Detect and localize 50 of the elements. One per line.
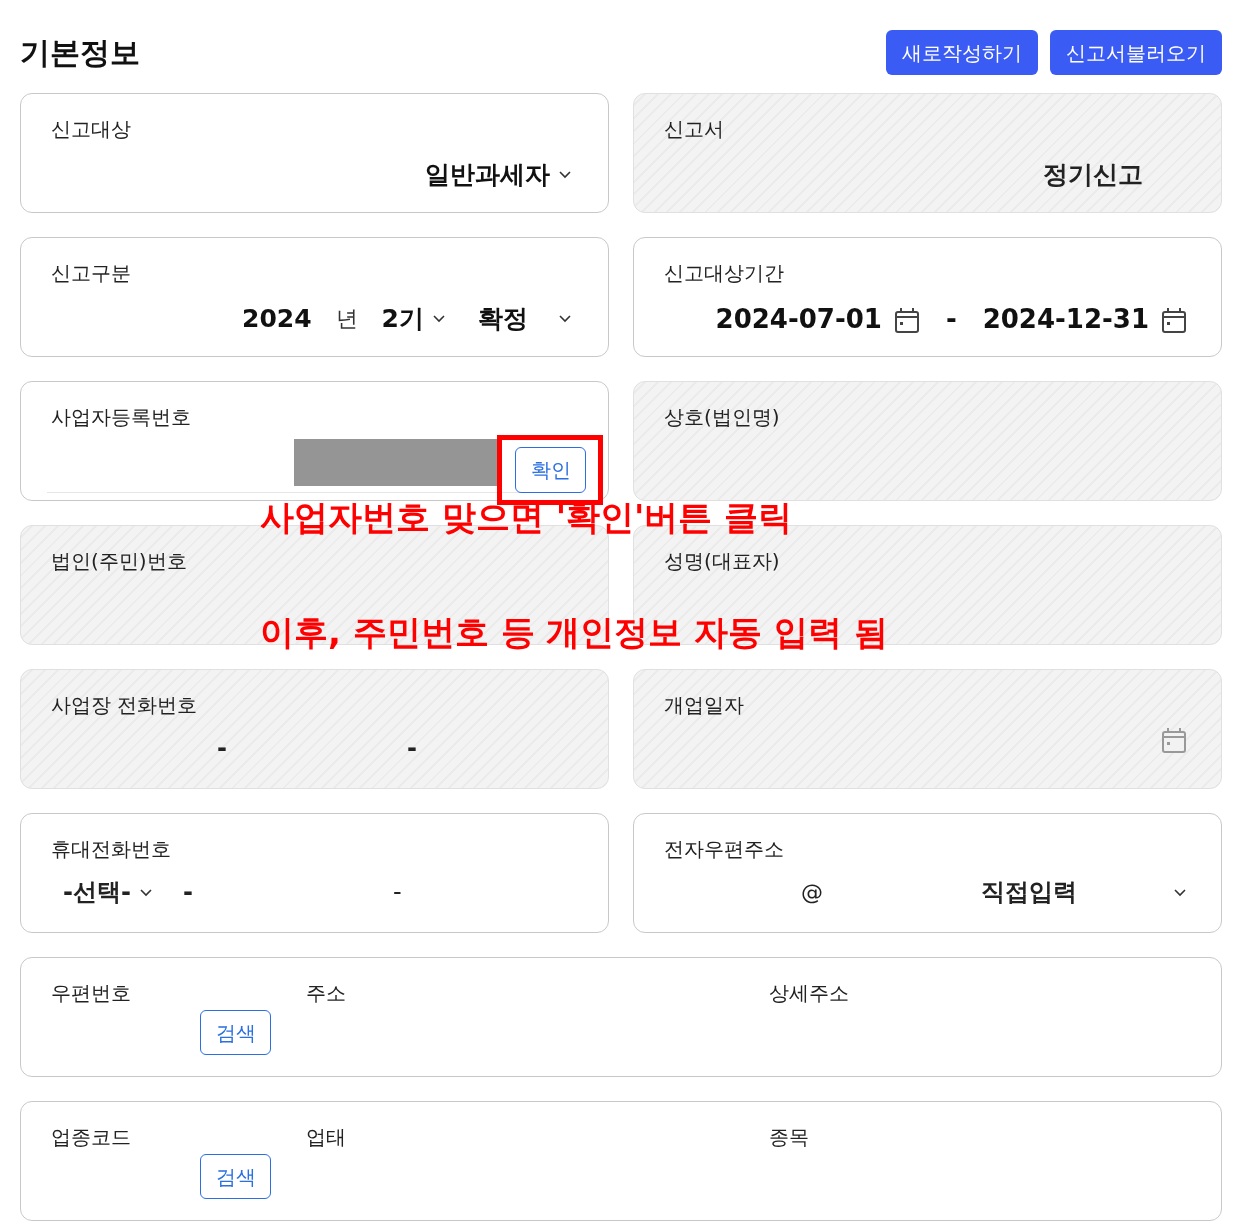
field-label: 신고대상기간	[664, 260, 785, 286]
search-button[interactable]: 검색	[200, 1154, 271, 1199]
start-date[interactable]: 2024-07-01	[715, 300, 882, 339]
header-button[interactable]: 새로작성하기	[886, 30, 1038, 75]
end-date[interactable]: 2024-12-31	[982, 300, 1149, 339]
field-label: 종목	[769, 1124, 810, 1150]
year-unit: 년	[335, 305, 358, 334]
field-label: 업종코드	[51, 1124, 132, 1150]
year-value: 2024	[242, 303, 312, 335]
field-label: 상호(법인명)	[664, 404, 781, 430]
field-value: 정기신고	[1043, 159, 1143, 191]
type-select[interactable]: 확정	[478, 300, 572, 338]
field-label: 상세주소	[769, 980, 850, 1006]
chevron-down-icon	[138, 887, 153, 897]
select-field[interactable]: 일반과세자	[425, 156, 572, 194]
field-label: 사업장 전화번호	[51, 692, 199, 718]
field-label: 법인(주민)번호	[51, 548, 188, 574]
chevron-down-icon	[558, 314, 572, 324]
field-label: 신고대상	[51, 116, 132, 142]
field-label: 주소	[306, 980, 347, 1006]
date-separator: -	[945, 303, 957, 336]
search-button[interactable]: 검색	[200, 1010, 271, 1055]
at-sign: @	[801, 878, 823, 907]
field-label: 사업자등록번호	[51, 404, 192, 430]
domain-select[interactable]: 직접입력	[981, 874, 1187, 910]
phone-separator: -	[217, 733, 227, 764]
field-label: 개업일자	[664, 692, 745, 718]
chevron-down-icon	[432, 314, 446, 324]
chevron-down-icon	[1173, 887, 1187, 897]
field-label: 전자우편주소	[664, 836, 785, 862]
field-label: 성명(대표자)	[664, 548, 781, 574]
field-label: 우편번호	[51, 980, 132, 1006]
calendar-icon[interactable]	[893, 305, 920, 334]
annotation-text: 사업자번호 맞으면 '확인'버튼 클릭	[260, 497, 793, 537]
section-title: 기본정보	[20, 34, 140, 72]
field-label: 휴대전화번호	[51, 836, 172, 862]
field-label: 신고서	[664, 116, 725, 142]
area-code-select[interactable]: -선택-	[63, 874, 153, 910]
chevron-down-icon	[558, 170, 572, 180]
calendar-icon[interactable]	[1161, 305, 1187, 334]
field-label: 신고구분	[51, 260, 132, 286]
annotation-text: 이후, 주민번호 등 개인정보 자동 입력 됨	[260, 612, 888, 652]
confirm-button[interactable]: 확인	[515, 447, 586, 493]
header-button[interactable]: 신고서불러오기	[1050, 30, 1222, 75]
phone-separator: -	[392, 877, 402, 908]
field-label: 업태	[306, 1124, 347, 1150]
masked-input-field[interactable]	[294, 439, 497, 486]
phone-separator: -	[182, 877, 193, 908]
phone-separator: -	[406, 733, 417, 764]
term-select[interactable]: 2기	[381, 300, 446, 338]
